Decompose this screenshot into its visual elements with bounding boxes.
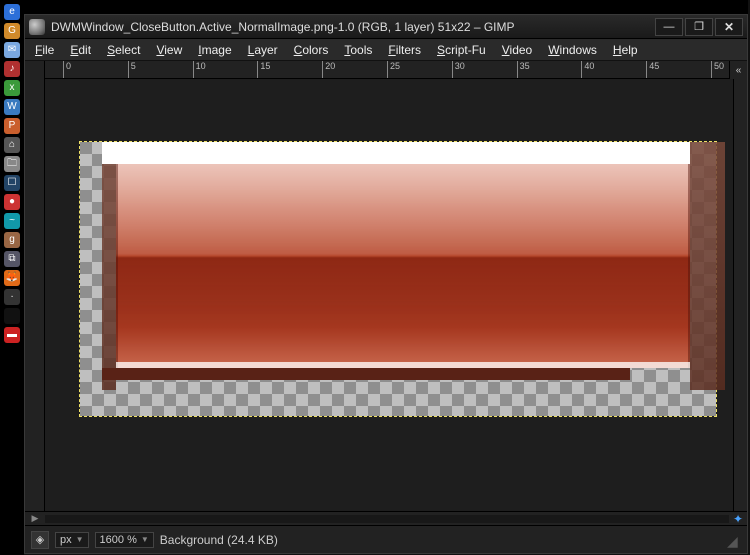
scroll-arrow-icon[interactable]: ▶: [25, 512, 45, 526]
ruler-tick: 40: [581, 61, 594, 78]
ruler-tick: 25: [387, 61, 400, 78]
menu-script-fu[interactable]: Script-Fu: [429, 41, 494, 59]
os-app-icon[interactable]: ☐: [4, 175, 20, 191]
ruler-tick: 30: [452, 61, 465, 78]
unit-combo[interactable]: px ▼: [55, 532, 89, 548]
canvas-viewport[interactable]: [45, 79, 733, 511]
resize-grip-icon[interactable]: ◢: [727, 533, 741, 547]
gimp-window: DWMWindow_CloseButton.Active_NormalImage…: [24, 14, 748, 554]
menu-view[interactable]: View: [148, 41, 190, 59]
scroll-track[interactable]: [45, 515, 729, 523]
ruler-tick: 10: [193, 61, 206, 78]
canvas-boundary: [79, 141, 717, 417]
os-app-icon[interactable]: ●: [4, 194, 20, 210]
os-app-icon[interactable]: ⌂: [4, 137, 20, 153]
close-button[interactable]: ✕: [715, 18, 743, 36]
chevron-down-icon: ▼: [141, 535, 149, 544]
ruler-nav-toggle[interactable]: «: [729, 61, 747, 79]
menu-image[interactable]: Image: [190, 41, 239, 59]
os-app-icon[interactable]: ▬: [4, 327, 20, 343]
os-app-icon[interactable]: 🦊: [4, 270, 20, 286]
menu-tools[interactable]: Tools: [336, 41, 380, 59]
os-app-icon[interactable]: ∙: [4, 289, 20, 305]
menu-select[interactable]: Select: [99, 41, 148, 59]
os-app-icon[interactable]: x: [4, 80, 20, 96]
horizontal-ruler[interactable]: 0 5 10 15 20 25 30 35 40 45 50: [45, 61, 729, 78]
menu-layer[interactable]: Layer: [240, 41, 286, 59]
os-taskbar: eG ✉ ♪ xWP ⌂ 🗀 ☐ ● ~ g ⧉ 🦊 ∙ ▬: [0, 0, 24, 555]
minimize-button[interactable]: —: [655, 18, 683, 36]
chevron-down-icon: ▼: [76, 535, 84, 544]
ruler-tick: 20: [322, 61, 335, 78]
os-app-icon[interactable]: G: [4, 23, 20, 39]
ruler-corner: [25, 61, 45, 79]
image-content: [102, 142, 690, 390]
quickmask-toggle-icon[interactable]: ◈: [31, 531, 49, 549]
statusbar: ◈ px ▼ 1600 % ▼ Background (24.4 KB) ◢: [25, 525, 747, 553]
os-app-icon[interactable]: W: [4, 99, 20, 115]
gimp-app-icon: [29, 19, 45, 35]
titlebar[interactable]: DWMWindow_CloseButton.Active_NormalImage…: [25, 15, 747, 39]
os-app-icon[interactable]: P: [4, 118, 20, 134]
ruler-row: 0 5 10 15 20 25 30 35 40 45 50 «: [25, 61, 747, 79]
window-title: DWMWindow_CloseButton.Active_NormalImage…: [51, 20, 653, 34]
maximize-button[interactable]: ❐: [685, 18, 713, 36]
menu-file[interactable]: File: [27, 41, 62, 59]
active-layer-label: Background (24.4 KB): [160, 533, 721, 547]
os-app-icon[interactable]: ⧉: [4, 251, 20, 267]
navigation-icon[interactable]: ✦: [729, 512, 747, 526]
ruler-tick: 15: [257, 61, 270, 78]
menu-video[interactable]: Video: [494, 41, 540, 59]
workarea: [25, 79, 747, 511]
os-app-icon[interactable]: ~: [4, 213, 20, 229]
os-app-icon[interactable]: 🗀: [4, 156, 20, 172]
menu-windows[interactable]: Windows: [540, 41, 605, 59]
horizontal-scrollbar[interactable]: ▶ ✦: [25, 511, 747, 525]
menu-colors[interactable]: Colors: [286, 41, 337, 59]
os-app-icon[interactable]: g: [4, 232, 20, 248]
ruler-tick: 35: [517, 61, 530, 78]
menubar: FileEditSelectViewImageLayerColorsToolsF…: [25, 39, 747, 61]
menu-help[interactable]: Help: [605, 41, 646, 59]
zoom-label: 1600 %: [100, 534, 137, 546]
os-app-icon[interactable]: ✉: [4, 42, 20, 58]
ruler-tick: 45: [646, 61, 659, 78]
menu-filters[interactable]: Filters: [380, 41, 429, 59]
background-toolbar: [24, 0, 748, 14]
ruler-tick: 5: [128, 61, 136, 78]
ruler-tick: 0: [63, 61, 71, 78]
os-app-icon[interactable]: e: [4, 4, 20, 20]
vertical-scrollbar[interactable]: [733, 79, 747, 511]
menu-edit[interactable]: Edit: [62, 41, 99, 59]
os-app-icon[interactable]: [4, 308, 20, 324]
os-app-icon[interactable]: ♪: [4, 61, 20, 77]
vertical-ruler[interactable]: [25, 79, 45, 511]
zoom-combo[interactable]: 1600 % ▼: [95, 532, 154, 548]
unit-label: px: [60, 534, 72, 546]
ruler-tick: 50: [711, 61, 724, 78]
